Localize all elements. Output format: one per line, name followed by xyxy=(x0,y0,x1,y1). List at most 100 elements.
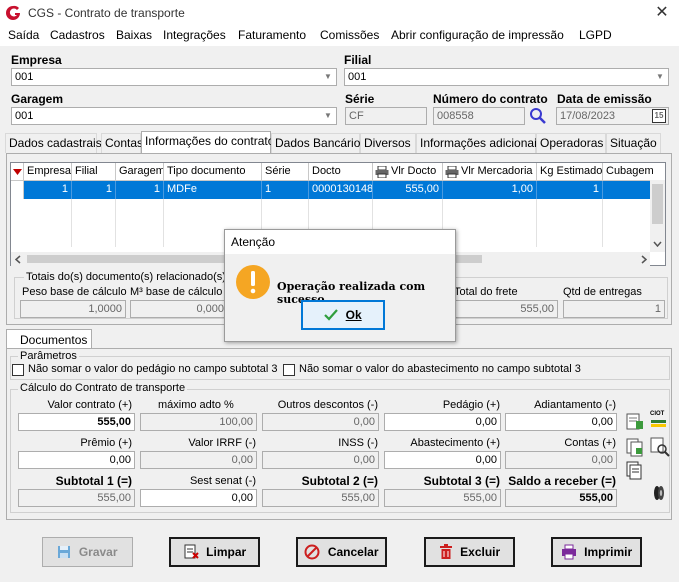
tire-icon[interactable] xyxy=(648,482,670,504)
irrf-field[interactable]: 0,00 xyxy=(140,451,257,469)
col-vlr-docto[interactable]: Vlr Docto xyxy=(373,163,443,181)
sest-senat-field[interactable]: 0,00 xyxy=(140,489,257,507)
valor-contrato-label: Valor contrato (+) xyxy=(47,399,132,411)
limpar-button[interactable]: Limpar xyxy=(169,537,260,567)
serie-label: Série xyxy=(345,92,375,106)
ciot-icon[interactable]: CIOT xyxy=(650,411,668,431)
grid-vertical-scrollbar[interactable] xyxy=(650,180,665,252)
subtotal3-field[interactable]: 555,00 xyxy=(384,489,501,507)
ok-button[interactable]: Ok xyxy=(301,300,385,330)
chevron-left-icon[interactable] xyxy=(15,255,21,264)
empresa-combo[interactable]: 001 ▼ xyxy=(11,68,337,86)
chevron-down-icon[interactable]: ▼ xyxy=(321,109,335,123)
cancel-icon xyxy=(304,544,320,560)
filial-combo[interactable]: 001 ▼ xyxy=(344,68,669,86)
menu-lgpd[interactable]: LGPD xyxy=(579,28,612,42)
tab-informacoes-adicionais[interactable]: Informações adicionais xyxy=(416,133,543,153)
tab-informacoes-contrato[interactable]: Informações do contrato xyxy=(141,131,274,153)
menu-bar: Saída Cadastros Baixas Integrações Fatur… xyxy=(0,26,679,46)
cell-garagem[interactable]: 1 xyxy=(116,181,164,199)
serie-field[interactable]: CF xyxy=(345,107,427,125)
outros-descontos-field[interactable]: 0,00 xyxy=(262,413,379,431)
cell-vlr-mercadoria[interactable]: 1,00 xyxy=(443,181,537,199)
cell-docto[interactable]: 0000130148 xyxy=(309,181,373,199)
maximo-adto-field[interactable]: 100,00 xyxy=(140,413,257,431)
col-tipo-documento[interactable]: Tipo documento xyxy=(164,163,262,181)
clear-document-icon xyxy=(184,544,199,559)
cell-vlr-docto[interactable]: 555,00 xyxy=(373,181,443,199)
m3-field[interactable]: 0,000 xyxy=(130,300,228,318)
col-kg-estimado[interactable]: Kg Estimado xyxy=(537,163,603,181)
scrollbar-thumb[interactable] xyxy=(652,184,663,224)
tab-diversos[interactable]: Diversos xyxy=(360,133,416,153)
cell-serie[interactable]: 1 xyxy=(262,181,309,199)
cell-empresa[interactable]: 1 xyxy=(24,181,72,199)
valor-contrato-field[interactable]: 555,00 xyxy=(18,413,135,431)
data-emissao-field[interactable]: 17/08/2023 15 xyxy=(556,107,669,125)
cell-filial[interactable]: 1 xyxy=(72,181,116,199)
contas-field[interactable]: 0,00 xyxy=(505,451,617,469)
chevron-down-icon[interactable]: ▼ xyxy=(653,70,667,84)
tab-documentos[interactable]: Documentos xyxy=(6,329,92,349)
printer-icon xyxy=(445,166,459,178)
calendar-icon[interactable]: 15 xyxy=(652,109,666,123)
col-garagem[interactable]: Garagem xyxy=(116,163,164,181)
subtotal2-field[interactable]: 555,00 xyxy=(262,489,379,507)
nao-somar-pedagio-checkbox[interactable] xyxy=(12,364,24,376)
inss-field[interactable]: 0,00 xyxy=(262,451,379,469)
menu-cadastros[interactable]: Cadastros xyxy=(50,28,105,42)
menu-saida[interactable]: Saída xyxy=(8,28,39,42)
col-empresa[interactable]: Empresa xyxy=(24,163,72,181)
trash-icon xyxy=(439,544,452,559)
inss-label: INSS (-) xyxy=(338,437,378,449)
col-cubagem[interactable]: Cubagem xyxy=(603,163,665,181)
total-frete-field[interactable]: 555,00 xyxy=(454,300,558,318)
gravar-button[interactable]: Gravar xyxy=(42,537,133,567)
menu-baixas[interactable]: Baixas xyxy=(116,28,152,42)
document-copy-icon[interactable] xyxy=(624,436,646,458)
tab-dados-cadastrais[interactable]: Dados cadastrais xyxy=(5,133,102,153)
cancelar-button[interactable]: Cancelar xyxy=(296,537,387,567)
gravar-label: Gravar xyxy=(78,544,118,559)
cell-tipo-documento[interactable]: MDFe xyxy=(164,181,262,199)
excluir-button[interactable]: Excluir xyxy=(424,537,515,567)
nao-somar-abastecimento-checkbox[interactable] xyxy=(283,364,295,376)
premio-field[interactable]: 0,00 xyxy=(18,451,135,469)
numero-contrato-field[interactable]: 008558 xyxy=(433,107,525,125)
grid-line xyxy=(536,199,537,247)
col-serie[interactable]: Série xyxy=(262,163,309,181)
document-edit-icon[interactable] xyxy=(624,411,646,433)
grid-line xyxy=(115,199,116,247)
col-filial[interactable]: Filial xyxy=(72,163,116,181)
close-icon[interactable]: ✕ xyxy=(652,3,672,23)
tab-dados-bancarios[interactable]: Dados Bancários xyxy=(271,133,366,153)
documents-stack-icon[interactable] xyxy=(624,460,646,482)
menu-integracoes[interactable]: Integrações xyxy=(163,28,226,42)
tab-situacao[interactable]: Situação xyxy=(606,133,661,153)
peso-field[interactable]: 1,0000 xyxy=(20,300,126,318)
qtd-entregas-field[interactable]: 1 xyxy=(563,300,665,318)
filial-label: Filial xyxy=(344,53,372,67)
search-document-icon[interactable] xyxy=(649,436,671,458)
col-vlr-mercadoria[interactable]: Vlr Mercadoria xyxy=(443,163,537,181)
chevron-down-icon[interactable]: ▼ xyxy=(321,70,335,84)
tab-contas[interactable]: Contas xyxy=(101,133,143,153)
saldo-receber-field[interactable]: 555,00 xyxy=(505,489,617,507)
abastecimento-field[interactable]: 0,00 xyxy=(384,451,501,469)
pedagio-field[interactable]: 0,00 xyxy=(384,413,501,431)
dialog-title: Atenção xyxy=(225,230,455,254)
imprimir-button[interactable]: Imprimir xyxy=(551,537,642,567)
chevron-right-icon[interactable] xyxy=(641,255,647,264)
cell-kg-estimado[interactable]: 1 xyxy=(537,181,603,199)
menu-comissoes[interactable]: Comissões xyxy=(320,28,379,42)
col-docto[interactable]: Docto xyxy=(309,163,373,181)
menu-abrir-configuracao[interactable]: Abrir configuração de impressão xyxy=(391,28,564,42)
tab-operadoras[interactable]: Operadoras xyxy=(536,133,606,153)
adiantamento-field[interactable]: 0,00 xyxy=(505,413,617,431)
search-icon[interactable] xyxy=(529,107,547,125)
subtotal1-field[interactable]: 555,00 xyxy=(18,489,135,507)
chevron-down-icon[interactable] xyxy=(653,241,662,247)
menu-faturamento[interactable]: Faturamento xyxy=(238,28,306,42)
totals-group-label: Totais do(s) documento(s) relacionado(s) xyxy=(24,271,228,283)
garagem-combo[interactable]: 001 ▼ xyxy=(11,107,337,125)
